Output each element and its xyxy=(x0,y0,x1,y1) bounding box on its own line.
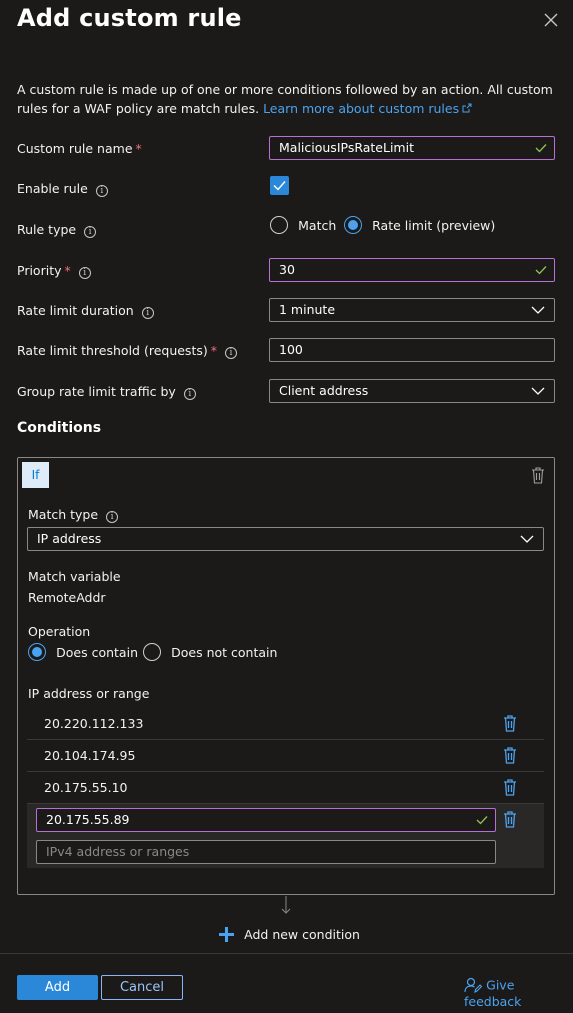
operation-not-contains-radio[interactable]: Does not contain xyxy=(143,643,277,661)
add-condition-button[interactable]: Add new condition xyxy=(218,926,360,946)
rate-limit-threshold-label: Rate limit threshold (requests) * i xyxy=(17,343,237,359)
feedback-icon xyxy=(464,977,483,993)
priority-label: Priority * i xyxy=(17,263,91,279)
trash-icon[interactable] xyxy=(503,779,517,796)
radio-circle[interactable] xyxy=(270,216,288,234)
info-icon[interactable]: i xyxy=(78,267,91,279)
learn-more-link[interactable]: Learn more about custom rules xyxy=(263,101,472,116)
rate-limit-duration-label: Rate limit duration i xyxy=(17,303,154,319)
match-variable-label: Match variable xyxy=(28,569,121,584)
group-by-dropdown[interactable]: Client address xyxy=(269,379,555,403)
group-by-label: Group rate limit traffic by i xyxy=(17,384,196,400)
info-icon[interactable]: i xyxy=(224,347,237,359)
chevron-down-icon xyxy=(520,535,534,543)
row-divider xyxy=(27,771,544,772)
rule-type-label: Rule type i xyxy=(17,222,97,238)
checkmark-icon xyxy=(273,181,286,191)
trash-icon[interactable] xyxy=(503,747,517,764)
match-variable-value: RemoteAddr xyxy=(28,590,106,605)
operation-contains-radio[interactable]: Does contain xyxy=(28,643,138,661)
rule-type-rate-limit-radio[interactable]: Rate limit (preview) xyxy=(344,216,495,234)
panel-title: Add custom rule xyxy=(17,4,242,32)
radio-circle-selected[interactable] xyxy=(344,216,362,234)
checkmark-icon xyxy=(535,266,547,275)
radio-circle-selected[interactable] xyxy=(28,643,46,661)
give-feedback-link[interactable]: Give feedback xyxy=(464,976,573,1010)
info-icon[interactable]: i xyxy=(141,307,154,319)
match-type-dropdown[interactable]: IP address xyxy=(27,527,544,551)
ip-list-item: 20.175.55.10 xyxy=(44,780,128,795)
rate-limit-threshold-input[interactable]: 100 xyxy=(269,338,555,362)
chevron-down-icon xyxy=(531,387,545,395)
checkmark-icon xyxy=(476,816,488,825)
plus-icon xyxy=(219,927,234,942)
trash-icon[interactable] xyxy=(531,467,545,484)
ip-new-input[interactable]: IPv4 address or ranges xyxy=(36,840,496,864)
checkmark-icon xyxy=(535,144,547,153)
if-badge: If xyxy=(22,462,49,488)
row-divider xyxy=(27,739,544,740)
enable-rule-label: Enable rule i xyxy=(17,181,108,197)
enable-rule-checkbox[interactable] xyxy=(270,176,289,195)
rule-name-input[interactable]: MaliciousIPsRateLimit xyxy=(269,136,555,160)
rate-limit-duration-dropdown[interactable]: 1 minute xyxy=(269,298,555,322)
cancel-button[interactable]: Cancel xyxy=(101,975,183,1000)
trash-icon[interactable] xyxy=(503,715,517,732)
trash-icon[interactable] xyxy=(503,811,517,828)
add-button[interactable]: Add xyxy=(17,975,98,1000)
chevron-down-icon xyxy=(531,306,545,314)
close-icon[interactable] xyxy=(541,10,561,30)
conditions-heading: Conditions xyxy=(17,420,102,436)
rule-name-label: Custom rule name * xyxy=(17,141,142,156)
ip-list-label: IP address or range xyxy=(28,686,150,701)
operation-label: Operation xyxy=(28,624,91,639)
info-icon[interactable]: i xyxy=(95,185,108,197)
info-icon[interactable]: i xyxy=(183,388,196,400)
ip-list-item: 20.220.112.133 xyxy=(44,716,144,731)
description: A custom rule is made up of one or more … xyxy=(17,80,562,118)
match-type-label: Match type i xyxy=(28,507,119,523)
priority-input[interactable]: 30 xyxy=(269,258,555,282)
footer-divider xyxy=(0,953,573,954)
arrow-down-icon xyxy=(281,896,291,914)
radio-circle[interactable] xyxy=(143,643,161,661)
rule-type-match-radio[interactable]: Match xyxy=(270,216,336,234)
ip-edit-input[interactable]: 20.175.55.89 xyxy=(36,808,496,832)
info-icon[interactable]: i xyxy=(106,511,119,523)
info-icon[interactable]: i xyxy=(84,226,97,238)
external-link-icon xyxy=(462,103,472,113)
ip-list-item: 20.104.174.95 xyxy=(44,748,136,763)
